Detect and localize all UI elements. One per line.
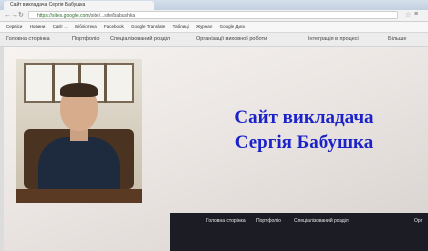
bookmark-item[interactable]: Журнал — [196, 24, 212, 29]
bookmark-item[interactable]: Сервіси — [6, 24, 22, 29]
bookmark-item[interactable]: Google Диск — [220, 24, 246, 29]
page-title: Сайт викладача Сергія Бабушка — [194, 105, 414, 155]
teacher-photo — [16, 59, 142, 203]
browser-toolbar: ← → ↻ https://sites.google.com/site/...s… — [0, 10, 428, 22]
overlay-nav-home[interactable]: Головна сторінка — [206, 218, 246, 224]
title-line-1: Сайт викладача — [234, 107, 374, 128]
nav-item-specialized[interactable]: Спеціалізований розділ — [110, 33, 170, 46]
menu-icon[interactable]: ≡ — [414, 11, 418, 18]
forward-icon[interactable]: → — [11, 11, 18, 20]
nav-item-more[interactable]: Більше — [388, 33, 406, 46]
nav-item-portfolio[interactable]: Портфоліо — [72, 33, 99, 46]
bookmark-item[interactable]: Google Translate — [131, 24, 165, 29]
nav-item-home[interactable]: Головна сторінка — [6, 33, 50, 46]
bookmark-item[interactable]: Сайт ... — [53, 24, 68, 29]
bookmark-item[interactable]: Facebook — [104, 24, 124, 29]
nav-item-integration[interactable]: Інтеграція в процесі — [308, 33, 359, 46]
bookmark-item[interactable]: Бібліотека — [75, 24, 96, 29]
overlay-nav-portfolio[interactable]: Портфоліо — [256, 218, 281, 224]
bookmarks-bar: Сервіси Новини Сайт ... Бібліотека Faceb… — [0, 22, 428, 33]
bookmark-star-icon[interactable]: ☆ — [405, 11, 411, 19]
bookmark-item[interactable]: Таблиці — [173, 24, 189, 29]
site-nav: Головна сторінка Портфоліо Спеціалізован… — [0, 33, 428, 47]
url-host: https://sites.google.com — [37, 13, 90, 19]
address-bar[interactable]: https://sites.google.com/site/...site/ba… — [28, 11, 398, 19]
browser-tab[interactable]: Сайт викладача Сергія Бабушка — [4, 1, 154, 10]
title-line-2: Сергія Бабушка — [234, 132, 374, 153]
url-path: /site/...site/babushka — [89, 13, 136, 19]
back-icon[interactable]: ← — [4, 11, 11, 20]
bookmark-item[interactable]: Новини — [30, 24, 46, 29]
overlay-nav-org[interactable]: Орг — [414, 218, 423, 224]
overlay-site-nav: Головна сторінка Портфоліо Спеціалізован… — [170, 213, 428, 251]
reload-icon[interactable]: ↻ — [18, 11, 24, 20]
browser-tab-strip: Сайт викладача Сергія Бабушка — [0, 0, 428, 10]
nav-item-organization[interactable]: Організації виховної роботи — [196, 33, 267, 46]
overlay-nav-specialized[interactable]: Спеціалізований розділ — [294, 218, 349, 224]
